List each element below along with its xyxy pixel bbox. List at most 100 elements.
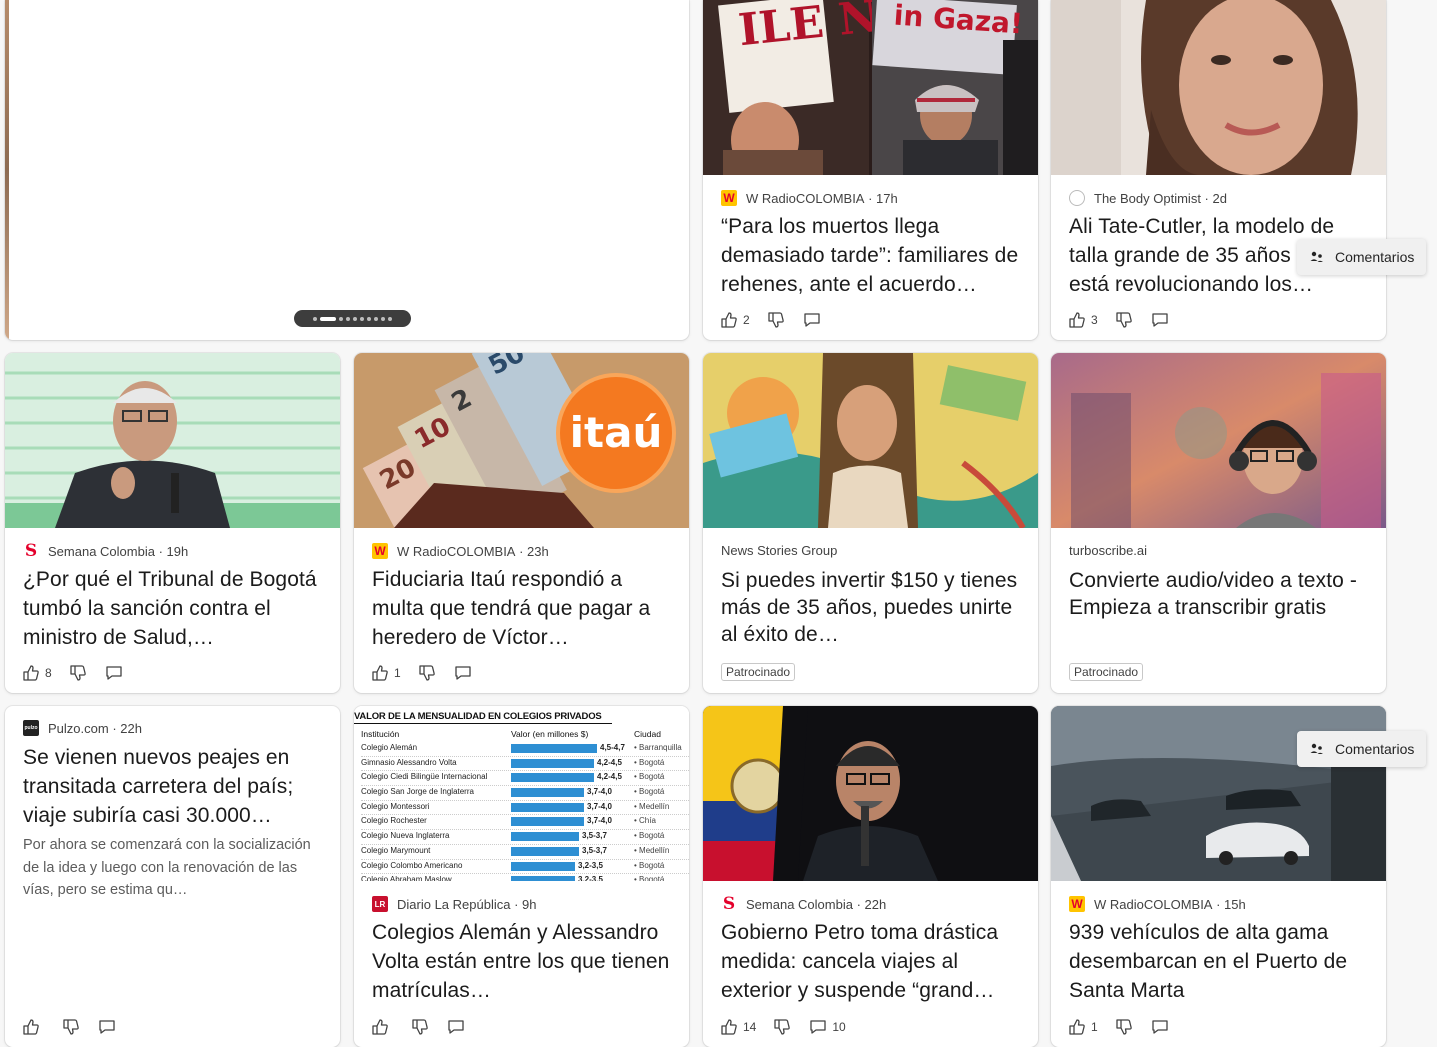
publisher-name: The Body Optimist <box>1094 190 1201 206</box>
thumbs-up-icon <box>721 1019 737 1035</box>
table-cell-city: • Medellín <box>634 845 670 855</box>
carousel-dot[interactable] <box>388 316 392 321</box>
dislike-button[interactable] <box>766 310 786 330</box>
comment-icon <box>810 1020 827 1034</box>
card-title[interactable]: Colegios Alemán y Alessandro Volta están… <box>372 918 675 1005</box>
news-card[interactable]: ILE NOW in Gaza! W W RadioCOLOMBIA · 17h… <box>703 0 1038 340</box>
table-cell-school: Colegio Abraham Maslow <box>361 875 452 881</box>
carousel-dot[interactable] <box>360 316 364 321</box>
news-card[interactable]: The Body Optimist · 2d Ali Tate-Cutler, … <box>1051 0 1386 340</box>
table-row: Colegio Rochester 3,7-4,0 • Chía <box>361 815 689 831</box>
card-title[interactable]: Fiduciaria Itaú respondió a multa que te… <box>372 565 675 652</box>
card-title[interactable]: “Para los muertos llega demasiado tarde”… <box>721 212 1024 299</box>
comment-icon <box>1152 1020 1168 1034</box>
comment-button[interactable]: 10 <box>808 1017 846 1037</box>
card-title[interactable]: 939 vehículos de alta gama desembarcan e… <box>1069 918 1372 1005</box>
like-button[interactable]: 14 <box>719 1017 756 1037</box>
hero-carousel-card[interactable] <box>5 0 689 340</box>
card-title[interactable]: ¿Por qué el Tribunal de Bogotá tumbó la … <box>23 565 326 652</box>
like-button[interactable]: 1 <box>1067 1017 1098 1037</box>
comment-count: 10 <box>832 1020 846 1034</box>
publisher-name: W RadioCOLOMBIA <box>397 543 516 559</box>
like-button[interactable]: 1 <box>370 663 401 683</box>
comment-button[interactable] <box>1150 1017 1174 1037</box>
thumbs-down-icon <box>419 665 435 681</box>
table-cell-city: • Bogotá <box>634 772 665 782</box>
news-card[interactable]: 20 10 2 50 itaú W W RadioCOLOMBIA · 23h … <box>354 353 689 693</box>
card-meta: W W RadioCOLOMBIA · 23h <box>372 543 675 559</box>
carousel-dot[interactable] <box>339 316 343 321</box>
carousel-dot[interactable] <box>374 316 378 321</box>
carousel-dot[interactable] <box>367 316 371 321</box>
dislike-button[interactable] <box>61 1017 81 1037</box>
publish-time: 2d <box>1212 190 1227 206</box>
card-meta: The Body Optimist · 2d <box>1069 190 1372 206</box>
card-meta: W W RadioCOLOMBIA · 15h <box>1069 896 1372 912</box>
dislike-button[interactable] <box>410 1017 430 1037</box>
thumbs-up-icon <box>23 1019 39 1035</box>
thumbs-down-icon <box>1116 312 1132 328</box>
comment-button[interactable] <box>1150 310 1174 330</box>
carousel-pager[interactable] <box>294 310 411 327</box>
like-button[interactable]: 2 <box>719 310 750 330</box>
thumbs-up-icon <box>372 1019 388 1035</box>
card-meta: S Semana Colombia · 22h <box>721 894 887 914</box>
card-title[interactable]: Convierte audio/video a texto - Empieza … <box>1069 567 1372 621</box>
president-photo <box>703 706 1038 881</box>
publish-time: 19h <box>166 543 189 559</box>
like-button[interactable] <box>21 1017 45 1037</box>
news-card[interactable]: pulzo Pulzo.com · 22h Se vienen nuevos p… <box>5 706 340 1047</box>
comment-button[interactable] <box>446 1017 470 1037</box>
like-button[interactable]: 3 <box>1067 310 1098 330</box>
thumbs-up-icon <box>1069 1019 1085 1035</box>
carousel-dot[interactable] <box>346 316 350 321</box>
table-cell-school: Colegio Colombo Americano <box>361 860 463 870</box>
publisher-logo: S <box>23 541 39 561</box>
carousel-dot[interactable] <box>381 316 385 321</box>
comment-button[interactable] <box>453 663 477 683</box>
publisher-name: News Stories Group <box>721 543 838 558</box>
dislike-button[interactable] <box>68 663 88 683</box>
carousel-dot[interactable] <box>353 316 357 321</box>
sponsored-card[interactable]: News Stories Group Si puedes invertir $1… <box>703 353 1038 693</box>
like-button[interactable]: 8 <box>21 663 52 683</box>
card-title[interactable]: Si puedes invertir $150 y tienes más de … <box>721 567 1024 648</box>
card-actions: 8 <box>21 663 144 683</box>
card-title[interactable]: Gobierno Petro toma drástica medida: can… <box>721 918 1024 1005</box>
table-row: Colegio Montessori 3,7-4,0 • Medellín <box>361 801 689 816</box>
publish-time: 22h <box>864 896 887 912</box>
carousel-dot[interactable] <box>313 316 317 321</box>
table-row: Colegio Marymount 3,5-3,7 • Medellín <box>361 845 689 860</box>
dislike-button[interactable] <box>1114 310 1134 330</box>
news-card[interactable]: S Semana Colombia · 22h Gobierno Petro t… <box>703 706 1038 1047</box>
comment-button[interactable] <box>802 310 826 330</box>
publish-time: 22h <box>120 720 142 736</box>
people-icon <box>1310 251 1323 262</box>
publisher-name: W RadioCOLOMBIA <box>746 190 865 206</box>
carousel-dot[interactable] <box>320 316 336 321</box>
like-count: 8 <box>45 666 52 680</box>
table-header-cell: Institución <box>361 729 400 739</box>
card-title[interactable]: Se vienen nuevos peajes en transitada ca… <box>23 743 326 830</box>
table-cell-city: • Bogotá <box>634 787 665 797</box>
dislike-button[interactable] <box>772 1017 792 1037</box>
comment-button[interactable] <box>97 1017 121 1037</box>
comments-tooltip[interactable]: Comentarios <box>1297 731 1427 767</box>
dislike-button[interactable] <box>1114 1017 1134 1037</box>
comment-button[interactable] <box>104 663 128 683</box>
news-card[interactable]: S Semana Colombia · 19h ¿Por qué el Trib… <box>5 353 340 693</box>
itau-logo-text: itaú <box>570 408 663 457</box>
table-header-cell: Valor (en millones $) <box>511 729 589 739</box>
like-count: 2 <box>743 313 750 327</box>
sponsored-card[interactable]: turboscribe.ai Convierte audio/video a t… <box>1051 353 1386 693</box>
news-card[interactable]: VALOR DE LA MENSUALIDAD EN COLEGIOS PRIV… <box>354 706 689 1047</box>
table-cell-school: Colegio Alemán <box>361 743 418 752</box>
card-actions: 1 <box>1067 1017 1190 1037</box>
minister-photo <box>5 353 340 528</box>
table-cell-school: Colegio Marymount <box>361 845 431 855</box>
publisher-logo: S <box>721 894 737 914</box>
table-cell-city: • Bogotá <box>634 875 665 881</box>
comments-tooltip[interactable]: Comentarios <box>1297 239 1427 275</box>
like-button[interactable] <box>370 1017 394 1037</box>
dislike-button[interactable] <box>417 663 437 683</box>
